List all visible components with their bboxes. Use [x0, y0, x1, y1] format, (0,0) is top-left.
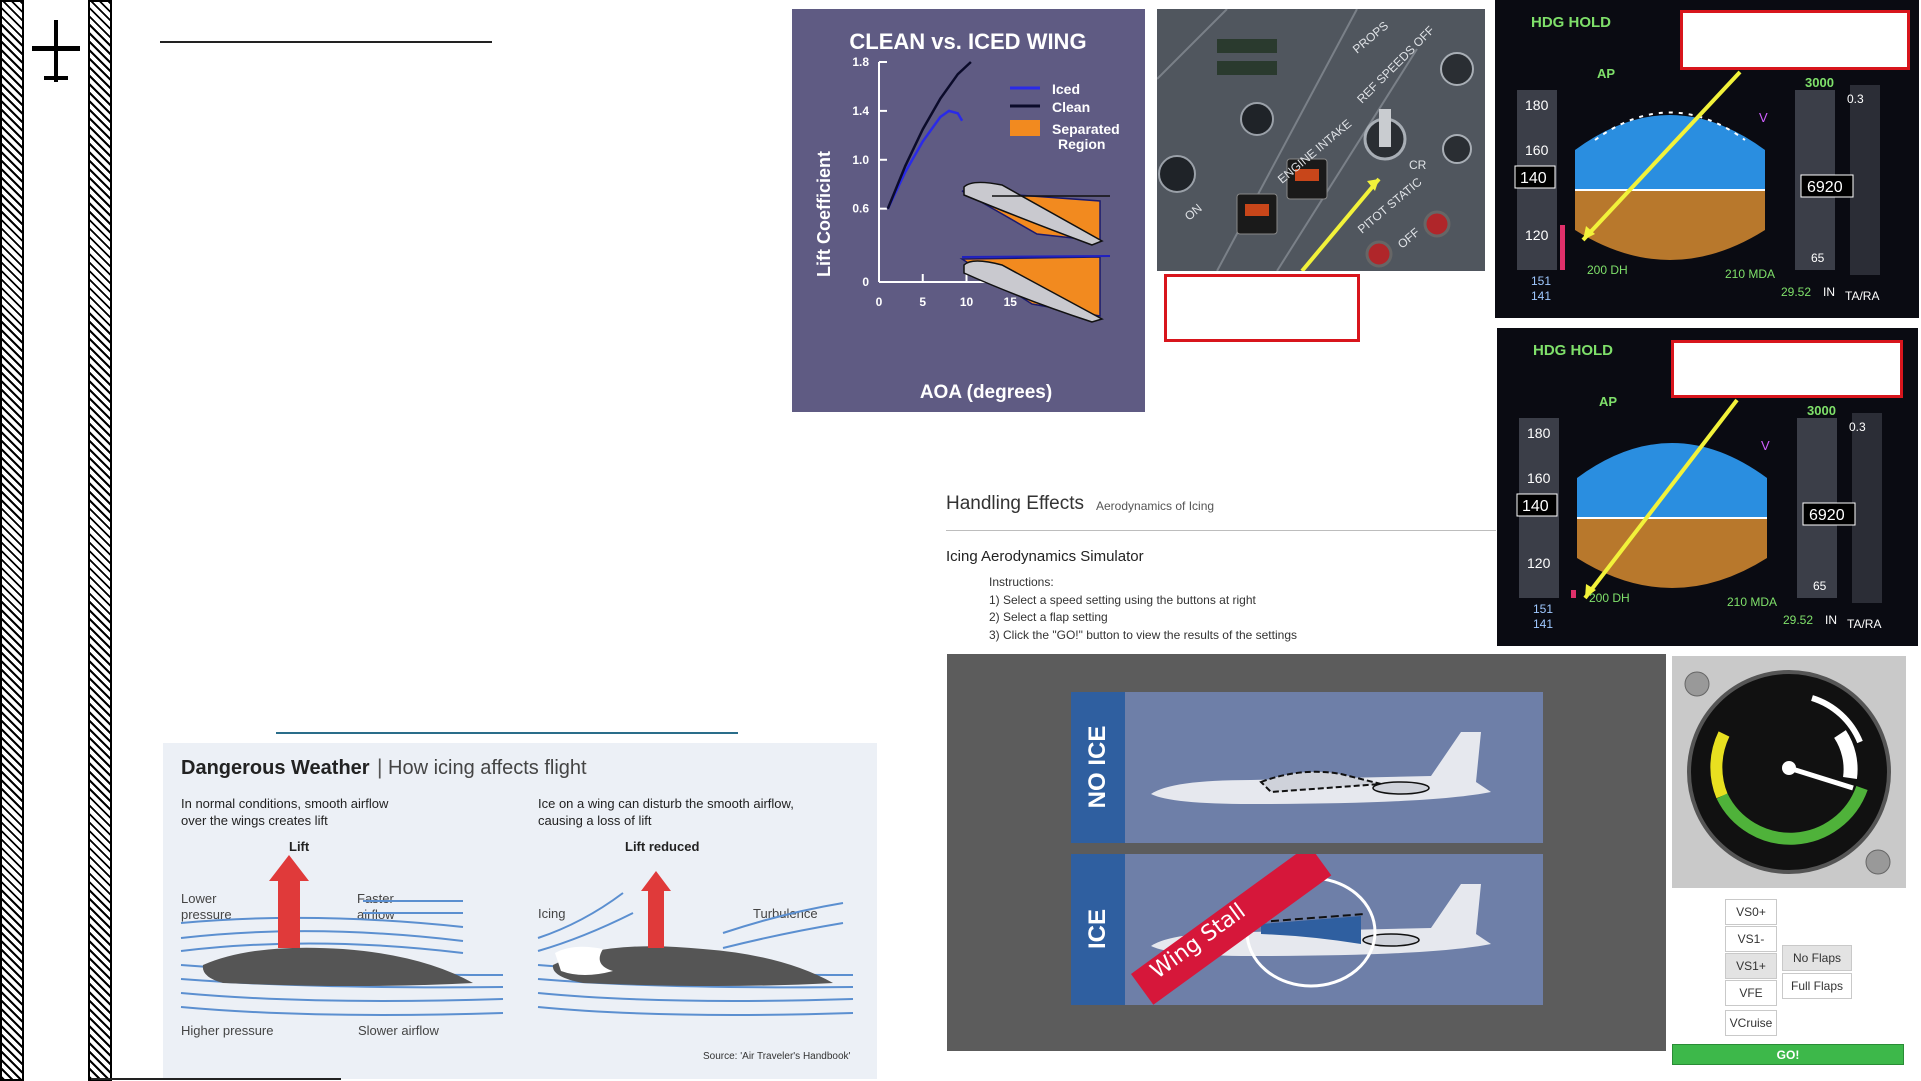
pfd-top-spd-180: 180 — [1525, 97, 1549, 113]
pfd-top-mda: 210 MDA — [1725, 267, 1775, 281]
pfd-bottom-mda: 210 MDA — [1727, 595, 1777, 609]
pfd-bottom-ap: AP — [1599, 394, 1617, 409]
legend-region: Region — [1058, 136, 1105, 152]
airspeed-gauge-panel — [1672, 656, 1906, 888]
pfd-top-baro-unit: IN — [1823, 285, 1835, 299]
pfd-top-answer-box[interactable] — [1680, 10, 1910, 70]
pfd-top-mode: HDG HOLD — [1531, 14, 1611, 31]
aircraft-no-ice-icon — [1151, 732, 1491, 804]
speed-button-vs1plus[interactable]: VS1+ — [1725, 953, 1777, 979]
footer-rule — [91, 1078, 341, 1080]
handling-rule — [946, 530, 1496, 531]
pfd-top-alt-box: 6920 — [1807, 179, 1843, 196]
pfd-bottom-alt-box: 6920 — [1809, 507, 1845, 524]
pfd-top-alt-target: 3000 — [1805, 75, 1834, 90]
chart-y-tick-label: 1.8 — [852, 55, 869, 69]
speed-button-vs1minus[interactable]: VS1- — [1725, 926, 1777, 952]
weather-infographic: Dangerous Weather | How icing affects fl… — [163, 743, 877, 1079]
lift-coefficient-chart: CLEAN vs. ICED WING Lift Coefficient AOA… — [792, 9, 1145, 412]
pfd-top-spd-160: 160 — [1525, 142, 1549, 158]
pfd-bottom-spd-160: 160 — [1527, 470, 1551, 486]
pfd-top-vs-top: 0.3 — [1847, 92, 1864, 106]
no-ice-label: NO ICE — [1084, 725, 1111, 809]
legend-clean: Clean — [1052, 99, 1090, 115]
anti-ice-panel-photo: ENGINE INTAKE REF SPEEDS OFF PROPS PITOT… — [1157, 9, 1485, 271]
right-stripe-rail — [88, 0, 112, 1081]
left-stripe-rail — [0, 0, 24, 1081]
sim-title: Icing Aerodynamics Simulator — [946, 548, 1144, 565]
pfd-top-v: V — [1759, 110, 1768, 125]
panel-answer-box[interactable] — [1164, 274, 1360, 342]
flap-button-none[interactable]: No Flaps — [1782, 945, 1852, 971]
pfd-bottom-spd-low2: 141 — [1533, 617, 1553, 631]
airplane-logo-icon — [32, 20, 80, 82]
pfd-bottom-mode: HDG HOLD — [1533, 342, 1613, 359]
title-rule — [160, 41, 492, 43]
pfd-bottom-baro: 29.52 — [1783, 613, 1813, 627]
no-ice-panel: NO ICE — [1071, 692, 1543, 843]
chart-y-tick-label: 0 — [862, 275, 869, 289]
flap-button-full[interactable]: Full Flaps — [1782, 973, 1852, 999]
legend-iced: Iced — [1052, 81, 1080, 97]
iced-wing-diagram — [959, 181, 1111, 323]
chart-title: CLEAN vs. ICED WING — [849, 29, 1086, 54]
legend-separated: Separated — [1052, 121, 1120, 137]
chart-y-tick-label: 1.0 — [852, 153, 869, 167]
instruction-2: 2) Select a flap setting — [989, 610, 1108, 624]
pfd-bottom-spd-low: 151 — [1533, 602, 1553, 616]
speed-button-vs0plus[interactable]: VS0+ — [1725, 899, 1777, 925]
pfd-top-speed-box: 140 — [1520, 170, 1547, 187]
pfd-top-baro: 29.52 — [1781, 285, 1811, 299]
pfd-top-tara: TA/RA — [1845, 289, 1879, 303]
chart-x-tick-label: 10 — [960, 295, 974, 309]
chart-legend: Iced Clean Separated Region — [1010, 81, 1120, 152]
chart-xlabel: AOA (degrees) — [920, 382, 1052, 403]
pfd-top-spd-low2: 141 — [1531, 289, 1551, 303]
chart-x-tick-label: 0 — [876, 295, 883, 309]
instructions-heading: Instructions: — [989, 575, 1054, 589]
ice-panel: ICE Wing Stall — [1071, 854, 1543, 1005]
subtitle-rule — [276, 732, 738, 734]
instruction-1: 1) Select a speed setting using the butt… — [989, 593, 1256, 607]
pfd-bottom-dh: 200 DH — [1589, 591, 1630, 605]
go-button[interactable]: GO! — [1672, 1044, 1904, 1065]
handling-title: Handling Effects — [946, 493, 1085, 514]
pfd-top-ap: AP — [1597, 66, 1615, 81]
chart-ylabel: Lift Coefficient — [814, 151, 834, 277]
pfd-bottom-tara: TA/RA — [1847, 617, 1881, 631]
pfd-bottom-spd-180: 180 — [1527, 425, 1551, 441]
pfd-bottom-alt-target: 3000 — [1807, 403, 1836, 418]
chart-y-tick-label: 0.6 — [852, 202, 869, 216]
instruction-3: 3) Click the "GO!" button to view the re… — [989, 628, 1297, 642]
pfd-bottom-speed-box: 140 — [1522, 498, 1549, 515]
pfd-top-vs65: 65 — [1811, 251, 1825, 265]
pfd-top-spd-120: 120 — [1525, 227, 1549, 243]
ice-label: ICE — [1084, 908, 1111, 950]
handling-subtitle: Aerodynamics of Icing — [1096, 499, 1215, 513]
speed-button-vcruise[interactable]: VCruise — [1725, 1010, 1777, 1036]
pfd-bottom-vs-top: 0.3 — [1849, 420, 1866, 434]
chart-x-tick-label: 5 — [919, 295, 926, 309]
pfd-bottom-spd-120: 120 — [1527, 555, 1551, 571]
pfd-top-dh: 200 DH — [1587, 263, 1628, 277]
pfd-bottom-v: V — [1761, 438, 1770, 453]
cr-label: CR — [1409, 158, 1427, 172]
pfd-top-spd-low: 151 — [1531, 274, 1551, 288]
airflow-diagram — [180, 855, 854, 1016]
speed-button-vfe[interactable]: VFE — [1725, 980, 1777, 1006]
airspeed-gauge-icon — [1684, 670, 1891, 875]
chart-x-tick-label: 15 — [1004, 295, 1018, 309]
pfd-bottom-vs65: 65 — [1813, 579, 1827, 593]
pfd-bottom-answer-box[interactable] — [1671, 340, 1903, 398]
pfd-bottom-baro-unit: IN — [1825, 613, 1837, 627]
chart-y-tick-label: 1.4 — [852, 104, 869, 118]
chart-series-clean — [886, 61, 972, 210]
